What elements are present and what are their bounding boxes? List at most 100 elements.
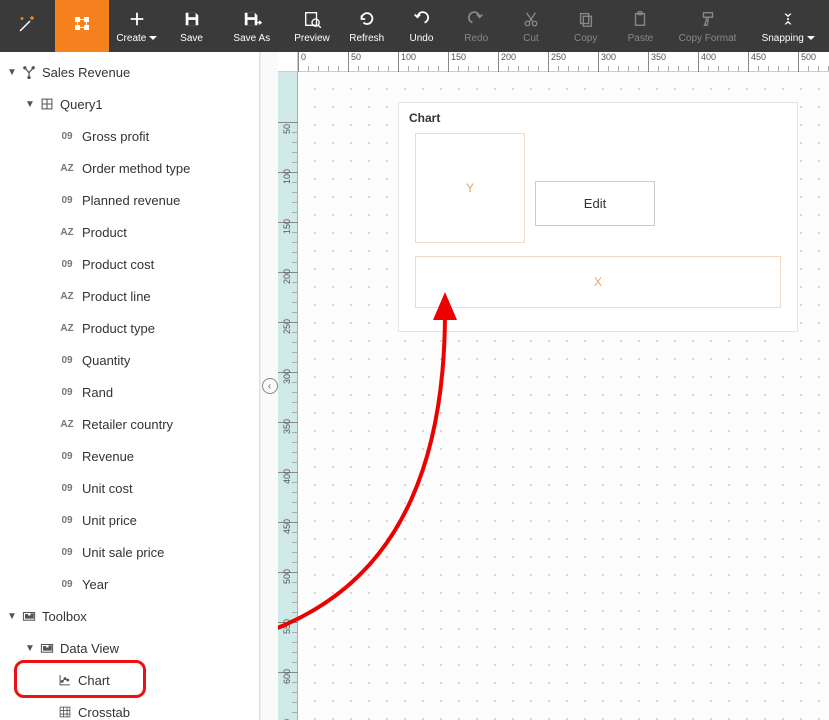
tree-label: Unit sale price — [78, 545, 164, 560]
tree-label: Retailer country — [78, 417, 173, 432]
tree-field-unit-cost[interactable]: 09Unit cost — [0, 472, 259, 504]
twisty-icon[interactable]: ▼ — [22, 643, 38, 654]
design-canvas[interactable]: 050100150200250300350400450500 501001502… — [278, 52, 829, 720]
datatype-badge: 09 — [56, 131, 78, 142]
toolbar-redo-button: Redo — [449, 0, 504, 52]
chevron-left-icon: ‹ — [262, 378, 278, 394]
datatype-badge: AZ — [56, 291, 78, 302]
chart-placeholder-title: Chart — [399, 103, 797, 133]
redo-icon — [466, 9, 486, 29]
tree-field-product-type[interactable]: AZProduct type — [0, 312, 259, 344]
toolbar-data-button[interactable] — [55, 0, 110, 52]
tree-label: Revenue — [78, 449, 134, 464]
tree-label: Rand — [78, 385, 113, 400]
twisty-icon[interactable]: ▼ — [22, 99, 38, 110]
tree-field-product[interactable]: AZProduct — [0, 216, 259, 248]
vertical-ruler: 50100150200250300350400450500550600650 — [278, 72, 298, 720]
tree-label: Gross profit — [78, 129, 149, 144]
tree-label: Toolbox — [38, 609, 87, 624]
toolbar-button-label: Save As — [233, 33, 270, 44]
preview-icon — [302, 9, 322, 29]
refresh-icon — [357, 9, 377, 29]
toolbar-button-label: Preview — [294, 33, 330, 44]
chart-drop-y[interactable]: Y — [415, 133, 525, 243]
tree-root-sales-revenue[interactable]: ▼ Sales Revenue — [0, 56, 259, 88]
undo-icon — [411, 9, 431, 29]
tree-field-gross-profit[interactable]: 09Gross profit — [0, 120, 259, 152]
caret-down-icon — [807, 36, 815, 40]
tree-tool-crosstab[interactable]: Crosstab — [0, 696, 259, 720]
tree-label: Sales Revenue — [38, 65, 130, 80]
toolbar-copy-button: Copy — [558, 0, 613, 52]
tree-label: Crosstab — [74, 705, 130, 720]
tree-tool-chart[interactable]: Chart — [0, 664, 259, 696]
toolbar-button-label: Redo — [464, 33, 488, 44]
crosstab-icon — [56, 705, 74, 719]
toolbar-refresh-button[interactable]: Refresh — [339, 0, 394, 52]
copy-icon — [576, 9, 596, 29]
page-surface[interactable]: Chart Y Edit X — [298, 72, 829, 720]
tree-label: Unit price — [78, 513, 137, 528]
toolbar-create-button[interactable]: Create — [109, 0, 164, 52]
toolbar-button-label: Paste — [628, 33, 654, 44]
tree-field-product-cost[interactable]: 09Product cost — [0, 248, 259, 280]
plus-icon — [127, 9, 147, 29]
tree-field-rand[interactable]: 09Rand — [0, 376, 259, 408]
toolbar-undo-button[interactable]: Undo — [394, 0, 449, 52]
datatype-badge: AZ — [56, 323, 78, 334]
tree-toolbox[interactable]: ▼ Toolbox — [0, 600, 259, 632]
sidebar: ▼Sales Revenue▼Query109Gross profitAZOrd… — [0, 52, 260, 720]
tree-field-quantity[interactable]: 09Quantity — [0, 344, 259, 376]
horizontal-ruler: 050100150200250300350400450500 — [298, 52, 829, 72]
chart-drop-x[interactable]: X — [415, 256, 781, 308]
toolbar-button-label: Cut — [523, 33, 539, 44]
datatype-badge: AZ — [56, 163, 78, 174]
cut-icon — [521, 9, 541, 29]
tree-field-product-line[interactable]: AZProduct line — [0, 280, 259, 312]
datatype-badge: AZ — [56, 419, 78, 430]
chart-placeholder[interactable]: Chart Y Edit X — [398, 102, 798, 332]
tree-label: Query1 — [56, 97, 103, 112]
top-toolbar: CreateSave Save As Preview Refresh Undo Redo C… — [0, 0, 829, 52]
tree-label: Product type — [78, 321, 155, 336]
tree-field-unit-sale-price[interactable]: 09Unit sale price — [0, 536, 259, 568]
tree-field-revenue[interactable]: 09Revenue — [0, 440, 259, 472]
tree-label: Product line — [78, 289, 151, 304]
main-area: ▼Sales Revenue▼Query109Gross profitAZOrd… — [0, 52, 829, 720]
chart-edit-button[interactable]: Edit — [535, 181, 655, 226]
tree-dataview[interactable]: ▼ Data View — [0, 632, 259, 664]
tree-field-year[interactable]: 09Year — [0, 568, 259, 600]
tree-field-order-method-type[interactable]: AZOrder method type — [0, 152, 259, 184]
toolbar-save-button[interactable]: Save — [164, 0, 219, 52]
collapse-sidebar-handle[interactable]: ‹ — [260, 52, 278, 720]
chart-placeholder-body: Y Edit X — [415, 133, 781, 308]
toolbar-button-label: Snapping — [762, 33, 815, 44]
twisty-icon[interactable]: ▼ — [4, 611, 20, 622]
toolbar-snapping-button[interactable]: Snapping — [747, 0, 829, 52]
twisty-icon[interactable]: ▼ — [4, 67, 20, 78]
toolbar-button-label: Copy Format — [679, 33, 737, 44]
data-icon — [72, 14, 92, 34]
tree-field-unit-price[interactable]: 09Unit price — [0, 504, 259, 536]
tree-query1[interactable]: ▼ Query1 — [0, 88, 259, 120]
toolbar-button-label: Refresh — [349, 33, 384, 44]
toolbar-saveas-button[interactable]: Save As — [219, 0, 285, 52]
tree[interactable]: ▼Sales Revenue▼Query109Gross profitAZOrd… — [0, 52, 259, 720]
tree-field-retailer-country[interactable]: AZRetailer country — [0, 408, 259, 440]
toolbar-logo-button[interactable] — [0, 0, 55, 52]
toolbar-cut-button: Cut — [504, 0, 559, 52]
datatype-badge: 09 — [56, 483, 78, 494]
datatype-badge: 09 — [56, 579, 78, 590]
saveas-icon — [242, 9, 262, 29]
datatype-badge: 09 — [56, 451, 78, 462]
toolbox-icon — [20, 609, 38, 623]
paste-icon — [630, 9, 650, 29]
tree-field-planned-revenue[interactable]: 09Planned revenue — [0, 184, 259, 216]
tree-label: Data View — [56, 641, 119, 656]
datasource-icon — [20, 65, 38, 79]
tree-label: Chart — [74, 673, 110, 688]
datatype-badge: 09 — [56, 259, 78, 270]
table-icon — [38, 97, 56, 111]
toolbar-preview-button[interactable]: Preview — [285, 0, 340, 52]
datatype-badge: 09 — [56, 387, 78, 398]
